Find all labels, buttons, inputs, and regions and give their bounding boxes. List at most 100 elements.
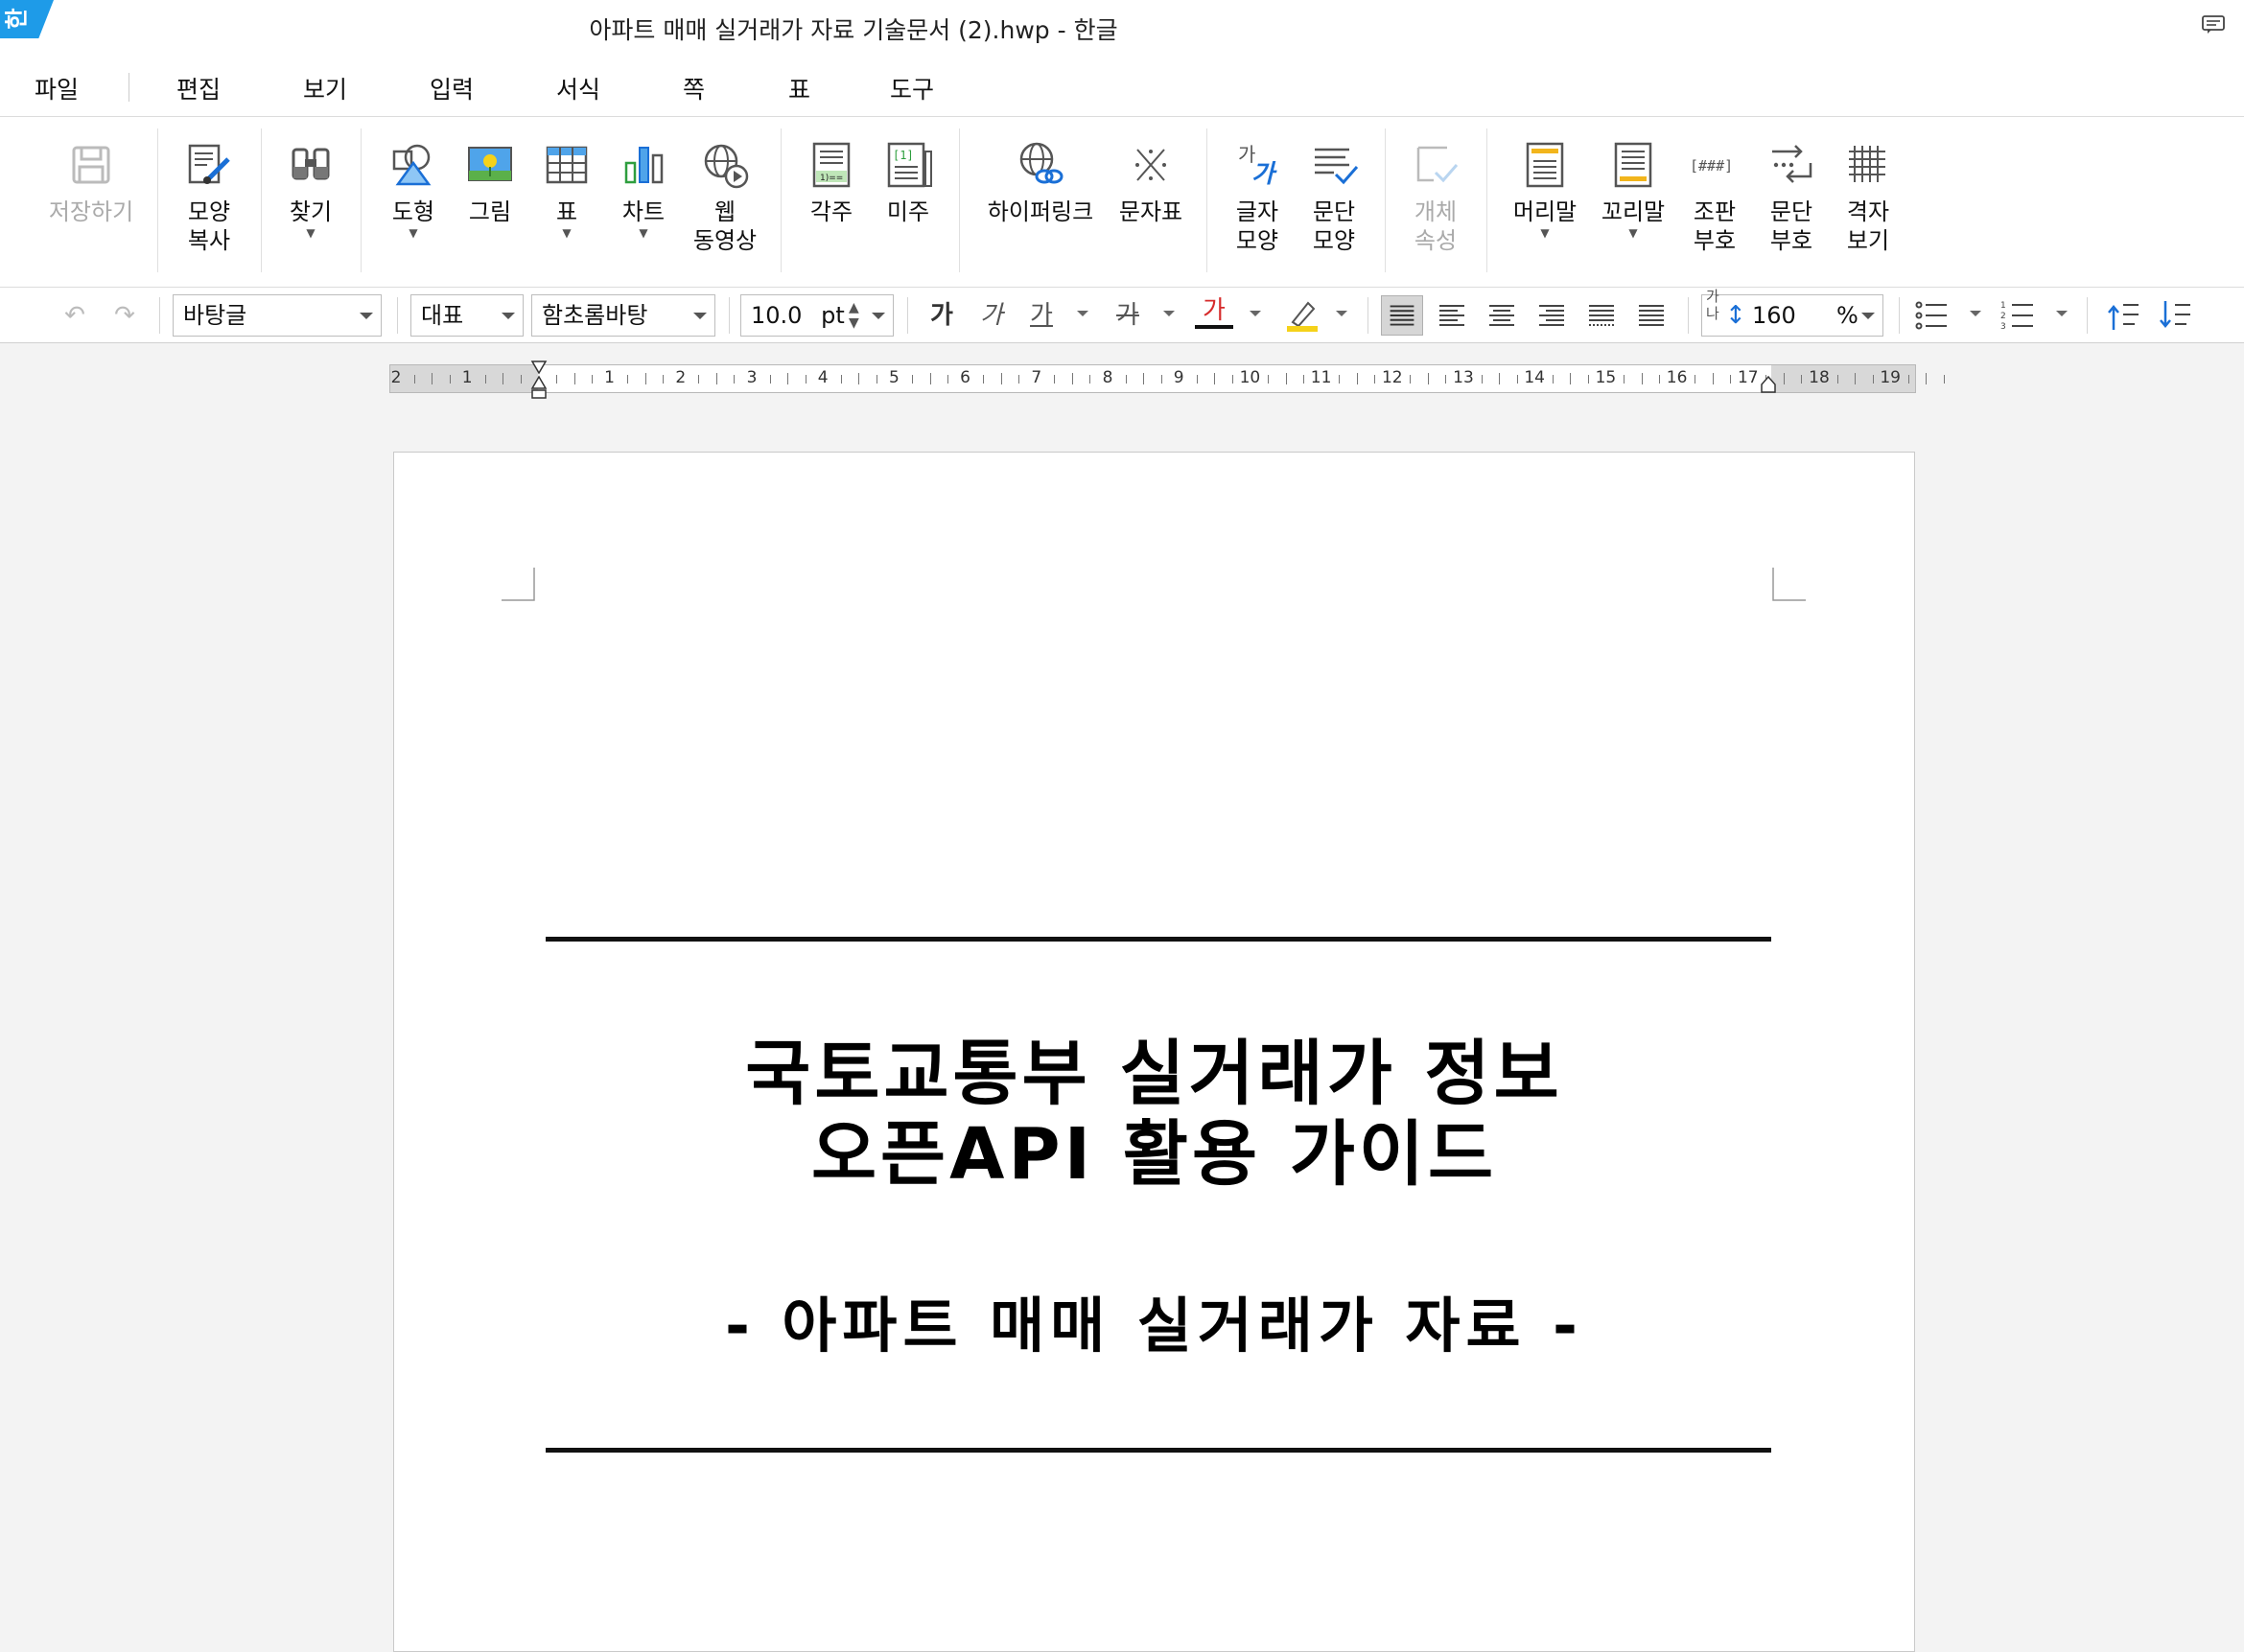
font-color-dropdown-icon[interactable] xyxy=(1250,311,1261,316)
web-video-button[interactable]: 웹 동영상 xyxy=(687,138,763,255)
document-page[interactable]: 국토교통부 실거래가 정보 오픈API 활용 가이드 - 아파트 매매 실거래가… xyxy=(393,452,1915,1652)
spin-down-icon[interactable]: ▼ xyxy=(849,303,859,343)
bullet-list-icon[interactable] xyxy=(1914,299,1949,332)
distribute-align-icon[interactable] xyxy=(1580,295,1623,336)
ruler-tick xyxy=(592,375,594,384)
table-button[interactable]: 표 ▼ xyxy=(533,138,600,240)
bullet-list-dropdown-icon[interactable] xyxy=(1970,311,1981,316)
ruler-tick xyxy=(627,375,629,384)
ruler-number: 2 xyxy=(390,368,402,387)
redo-icon[interactable]: ↷ xyxy=(105,296,144,335)
indent-marker-icon[interactable] xyxy=(530,360,548,400)
decrease-level-icon[interactable] xyxy=(2158,297,2192,334)
numbered-list-dropdown-icon[interactable] xyxy=(2056,311,2068,316)
shape-button[interactable]: 도형 ▼ xyxy=(380,138,447,240)
svg-text:2: 2 xyxy=(2000,312,2006,321)
para-mark-icon xyxy=(1772,145,1812,183)
font-select[interactable]: 함초롬바탕 xyxy=(531,294,715,337)
style-select[interactable]: 바탕글 xyxy=(173,294,382,337)
strikethrough-dropdown-icon[interactable] xyxy=(1163,311,1175,316)
grid-view-button[interactable]: 격자 보기 xyxy=(1834,138,1903,255)
ruler-tick xyxy=(1445,375,1447,384)
font-size-input[interactable]: 10.0 pt ▲ ▼ xyxy=(740,294,894,337)
menu-insert[interactable]: 입력 xyxy=(430,71,474,105)
ruler-tick xyxy=(929,373,931,384)
menu-page[interactable]: 쪽 xyxy=(683,71,705,105)
justify-align-icon[interactable] xyxy=(1381,295,1423,336)
char-map-button[interactable]: 문자표 xyxy=(1112,138,1189,226)
shape-copy-button[interactable]: 모양 복사 xyxy=(173,138,245,255)
ruler-tick xyxy=(449,375,451,384)
dropdown-caret-icon: ▼ xyxy=(409,226,418,240)
ruler-number: 8 xyxy=(1102,368,1113,387)
footer-button[interactable]: 꼬리말 ▼ xyxy=(1592,138,1674,240)
increase-level-icon[interactable] xyxy=(2106,297,2140,334)
underline-dropdown-icon[interactable] xyxy=(1077,311,1088,316)
right-indent-marker-icon[interactable] xyxy=(1760,375,1777,394)
strikethrough-button[interactable]: 가 xyxy=(1109,296,1147,335)
toolbar-separator xyxy=(907,297,908,334)
ruler-tick xyxy=(947,375,949,384)
menu-tools[interactable]: 도구 xyxy=(890,71,934,105)
menu-edit[interactable]: 편집 xyxy=(176,71,221,105)
ribbon-separator xyxy=(1385,128,1386,272)
underline-button[interactable]: 가 xyxy=(1022,296,1061,335)
left-align-icon[interactable] xyxy=(1431,295,1473,336)
bar-chart-icon xyxy=(624,147,664,184)
save-button[interactable]: 저장하기 xyxy=(40,138,142,226)
font-color-button[interactable]: 가 xyxy=(1195,296,1233,329)
ruler-tick xyxy=(1267,375,1269,384)
title-bar: 한 아파트 매매 실거래가 자료 기술문서 (2).hwp - 한글 xyxy=(0,0,2244,50)
menu-format[interactable]: 서식 xyxy=(556,71,600,105)
italic-button[interactable]: 가 xyxy=(972,296,1011,335)
para-shape-button[interactable]: 문단 모양 xyxy=(1300,138,1367,255)
chart-button[interactable]: 차트 ▼ xyxy=(610,138,677,240)
object-props-button[interactable]: 개체 속성 xyxy=(1402,138,1469,255)
footnote-button[interactable]: 1)== 각주 xyxy=(798,138,865,226)
divide-align-icon[interactable] xyxy=(1630,295,1672,336)
ruler-tick xyxy=(1641,373,1643,384)
header-button[interactable]: 머리말 ▼ xyxy=(1504,138,1586,240)
find-button[interactable]: 찾기 ▼ xyxy=(276,138,345,240)
menu-view[interactable]: 보기 xyxy=(303,71,347,105)
ruler-tick xyxy=(1303,375,1305,384)
crop-mark-top-left xyxy=(502,568,535,601)
dropdown-caret-icon xyxy=(360,313,373,319)
menu-table[interactable]: 표 xyxy=(788,71,810,105)
bold-button[interactable]: 가 xyxy=(923,296,961,335)
hyperlink-button[interactable]: 하이퍼링크 xyxy=(978,138,1103,226)
endnote-button[interactable]: [1] 미주 xyxy=(875,138,942,226)
para-mark-button[interactable]: 문단 부호 xyxy=(1757,138,1826,255)
ruler-tick xyxy=(1623,375,1625,384)
dropdown-caret-icon: ▼ xyxy=(562,226,572,240)
ruler-number: 1 xyxy=(604,368,616,387)
footnote-icon: 1)== xyxy=(812,142,851,188)
svg-text:[1]: [1] xyxy=(893,149,914,162)
symbol-icon xyxy=(1135,149,1166,181)
highlight-icon[interactable] xyxy=(1285,297,1320,334)
char-shape-button[interactable]: 가 가 글자 모양 xyxy=(1224,138,1291,255)
ruler-tick xyxy=(1516,375,1518,384)
numbered-list-icon[interactable]: 123 xyxy=(2000,299,2035,332)
message-icon[interactable] xyxy=(2202,15,2225,35)
horizontal-ruler[interactable]: 2 1 1 2 3 4 5 6 7 8 9 10 11 12 13 14 15 16 17 18 19 xyxy=(389,361,1945,399)
highlight-dropdown-icon[interactable] xyxy=(1336,311,1347,316)
ruler-tick xyxy=(644,373,646,384)
crop-mark-top-right xyxy=(1772,568,1806,601)
dropdown-caret-icon: ▼ xyxy=(639,226,648,240)
window-title: 아파트 매매 실거래가 자료 기술문서 (2).hwp - 한글 xyxy=(589,16,1118,44)
picture-button[interactable]: 그림 xyxy=(456,138,524,226)
menu-file[interactable]: 파일 xyxy=(35,71,79,105)
ruler-tick xyxy=(520,375,522,384)
center-align-icon[interactable] xyxy=(1481,295,1523,336)
ribbon-separator xyxy=(261,128,262,272)
layout-mark-button[interactable]: [###] 조판 부호 xyxy=(1680,138,1749,255)
right-align-icon[interactable] xyxy=(1531,295,1573,336)
ruler-tick xyxy=(1783,373,1785,384)
undo-icon[interactable]: ↶ xyxy=(56,296,94,335)
dropdown-caret-icon xyxy=(693,313,707,319)
language-select[interactable]: 대표 xyxy=(410,294,524,337)
grid-icon xyxy=(1849,146,1885,182)
toolbar-separator xyxy=(2087,297,2088,334)
line-spacing-input[interactable]: 가나 ↕ 160 % xyxy=(1701,288,1883,337)
